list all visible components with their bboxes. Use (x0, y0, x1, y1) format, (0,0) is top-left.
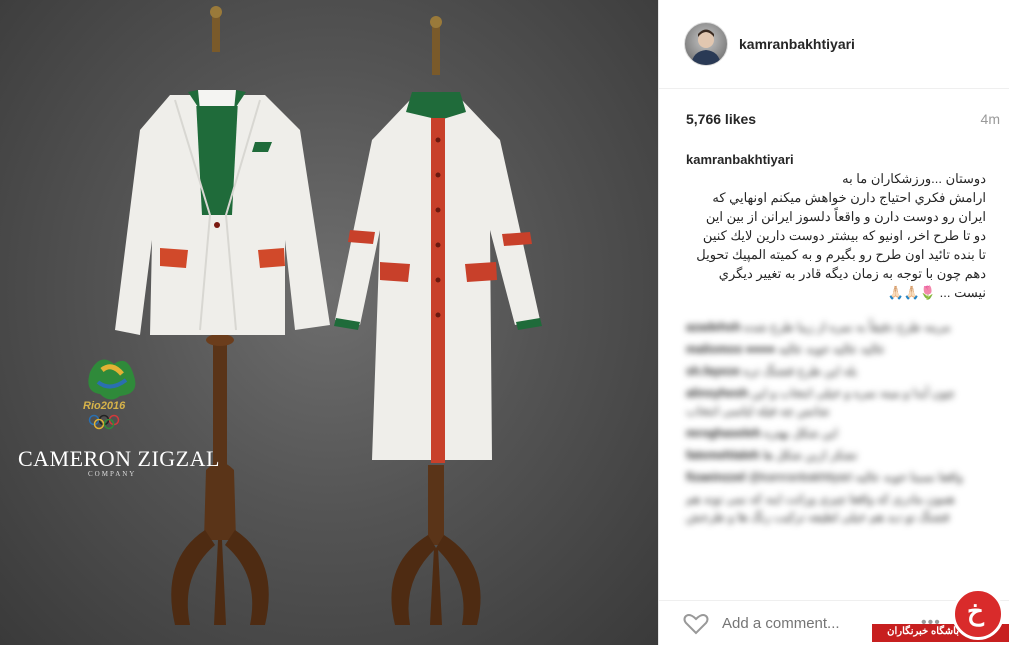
post-timestamp[interactable]: 4m (981, 111, 1000, 127)
comment-text: مرینه طرح دقیقاً به نمره از زیبا طرح شده (744, 320, 951, 334)
post-header: kamranbakhtiyari (659, 0, 1009, 89)
comment-text: بله این طرح قشنگ تره (743, 364, 858, 378)
mannequins-illustration (115, 6, 542, 625)
white-coat (334, 92, 542, 463)
post-photo[interactable]: Rio2016 CAMERON ZIGZAL COMPANY (0, 0, 658, 645)
comment-username[interactable]: fatemehlaleh (686, 448, 759, 462)
comment-item: maliomoo ●●●● عالیه عالیه خوبه عالیه (686, 340, 986, 358)
rio-logo-text: Rio2016 (83, 400, 126, 412)
comment-item: fizaeinzzel @kamranbakhtiyari واقعا نسبت… (686, 468, 986, 486)
post-details-panel: kamranbakhtiyari 5,766 likes 4m kamranba… (658, 0, 1009, 645)
comment-username[interactable]: sh.fayeze (686, 364, 740, 378)
watermark-logo-glyph: خ (967, 596, 984, 626)
heart-icon[interactable] (683, 613, 709, 635)
post-caption: kamranbakhtiyari دوستان ...ورزشكاران ما … (686, 150, 986, 302)
comment-item: alinsyhesh چون آیدا و مینه نمره و خیلی ا… (686, 384, 986, 420)
brand-subtitle: COMPANY (88, 470, 137, 478)
avatar-face-icon (691, 29, 721, 65)
watermark-label: باشگاه خبرنگاران (887, 626, 959, 637)
comment-item: همون مادری که واقعا چیزی وراثت اینه که ن… (686, 490, 986, 526)
brand-name: CAMERON ZIGZAL (18, 446, 220, 471)
comment-username[interactable]: fizaeinzzel (686, 470, 745, 484)
comment-item: sh.fayeze بله این طرح قشنگ تره (686, 362, 986, 380)
comment-item: fatemehlaleh تشکر ازبن شکل ها (686, 446, 986, 464)
comment-text: ●●●● عالیه عالیه خوبه عالیه (746, 342, 886, 356)
avatar[interactable] (684, 22, 728, 66)
comment-username[interactable]: mroghaseleh (686, 426, 761, 440)
comment-username[interactable]: maliomoo (686, 342, 743, 356)
news-agency-watermark: باشگاه خبرنگاران خ (872, 588, 1009, 645)
comments-list: azadehsh مرینه طرح دقیقاً به نمره از زیب… (686, 318, 986, 530)
white-jacket (115, 90, 330, 335)
comment-text: این شکل بهتره (764, 426, 838, 440)
post-username[interactable]: kamranbakhtiyari (739, 36, 855, 52)
rio-olympics-logo (80, 352, 144, 436)
comment-text: تشکر ازبن شکل ها (762, 448, 858, 462)
comment-item: azadehsh مرینه طرح دقیقاً به نمره از زیب… (686, 318, 986, 336)
likes-count[interactable]: 5,766 likes (686, 111, 756, 127)
comment-text: @kamranbakhtiyari واقعا نسبتا خوبه عالیه (748, 470, 963, 484)
comment-username[interactable]: alinsyhesh (686, 386, 748, 400)
comment-item: mroghaseleh این شکل بهتره (686, 424, 986, 442)
caption-text: دوستان ...ورزشكاران ما به ارامش فكري احت… (696, 171, 986, 300)
caption-username[interactable]: kamranbakhtiyari (686, 150, 986, 169)
comment-text: همون مادری که واقعا چیزی وراثت اینه که ن… (686, 492, 955, 524)
comment-username[interactable]: azadehsh (686, 320, 741, 334)
